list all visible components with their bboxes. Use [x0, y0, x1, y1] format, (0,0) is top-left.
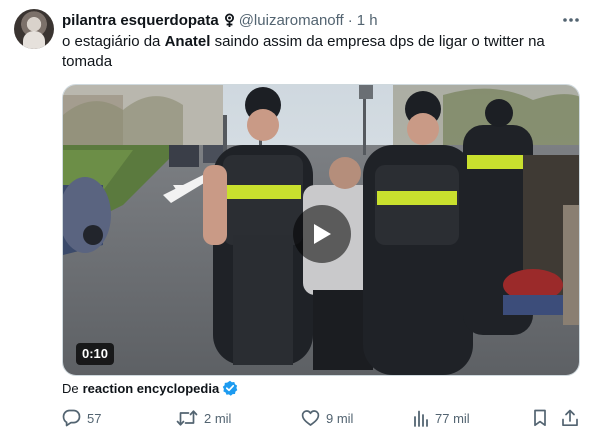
source-name[interactable]: reaction encyclopedia	[83, 381, 220, 396]
bookmark-button[interactable]	[532, 407, 554, 429]
like-count: 9 mil	[326, 410, 354, 426]
retweet-icon	[176, 410, 198, 426]
retweet-button[interactable]: 2 mil	[176, 407, 231, 429]
display-name[interactable]: pilantra esquerdopata	[62, 12, 219, 29]
tweet[interactable]: pilantra esquerdopata @luizaromanoff · 1…	[0, 0, 596, 435]
share-icon	[562, 409, 578, 427]
like-button[interactable]: 9 mil	[301, 407, 353, 429]
views-button[interactable]: 77 mil	[413, 407, 470, 429]
avatar[interactable]	[14, 9, 54, 49]
venus-symbol-icon	[223, 13, 236, 28]
tweet-text-start: o estagiário da	[62, 33, 165, 50]
more-icon[interactable]	[560, 10, 582, 30]
tweet-text: o estagiário da Anatel saindo assim da e…	[62, 32, 582, 72]
play-icon	[314, 224, 331, 244]
timestamp[interactable]: 1 h	[357, 12, 378, 29]
reply-count: 57	[87, 410, 102, 426]
reply-icon	[62, 409, 81, 427]
bookmark-icon	[534, 409, 546, 427]
tweet-header: pilantra esquerdopata @luizaromanoff · 1…	[62, 10, 378, 30]
retweet-count: 2 mil	[204, 410, 232, 426]
action-bar: 57 2 mil 9 mil 77 mil	[62, 407, 580, 429]
video-duration: 0:10	[76, 343, 115, 365]
handle[interactable]: @luizaromanoff	[239, 12, 344, 29]
play-button[interactable]	[293, 205, 351, 263]
like-icon	[301, 410, 320, 426]
views-count: 77 mil	[435, 410, 470, 426]
source-attribution: De reaction encyclopedia	[62, 378, 238, 398]
reply-button[interactable]: 57	[62, 407, 101, 429]
separator-dot: ·	[347, 11, 353, 29]
tweet-text-bold: Anatel	[164, 33, 211, 50]
share-button[interactable]	[561, 407, 585, 429]
source-prefix: De	[62, 380, 79, 396]
views-icon	[414, 410, 428, 427]
verified-badge-icon	[222, 380, 238, 396]
